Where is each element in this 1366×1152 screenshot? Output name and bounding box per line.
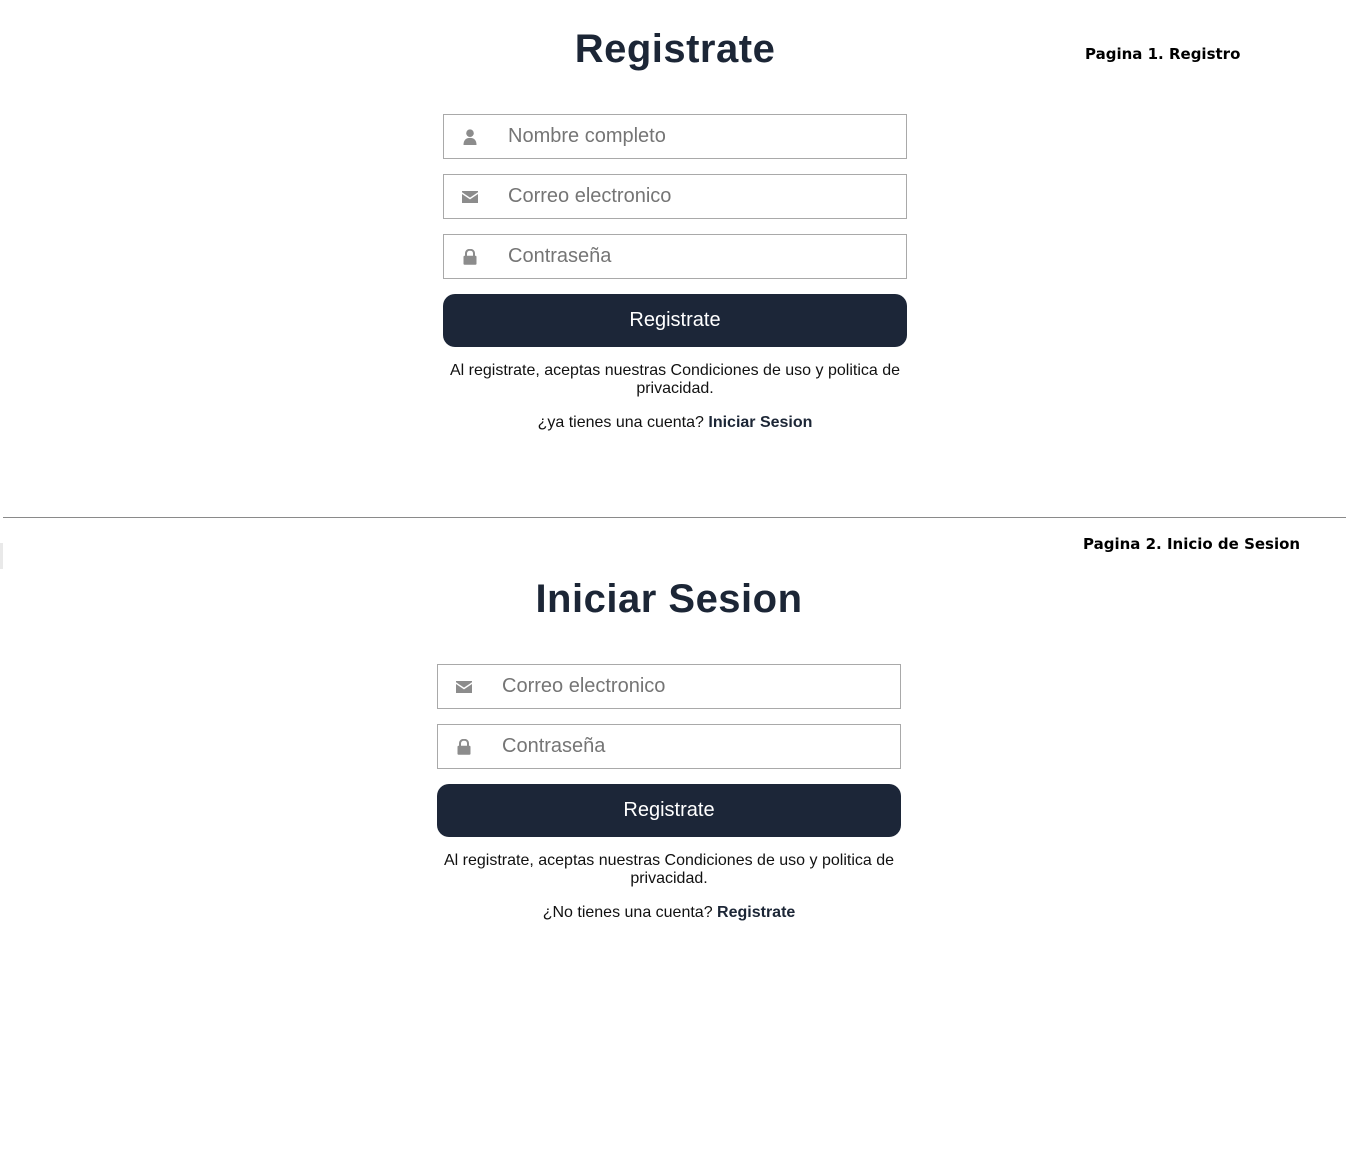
register-prompt: ¿No tienes una cuenta? Registrate	[437, 904, 901, 922]
login-link[interactable]: Iniciar Sesion	[708, 414, 812, 431]
login-terms-text: Al registrate, aceptas nuestras Condicio…	[443, 852, 895, 887]
page-label-register: Pagina 1. Registro	[1085, 45, 1241, 63]
login-prompt: ¿ya tienes una cuenta? Iniciar Sesion	[443, 414, 907, 432]
password-field	[443, 234, 907, 279]
login-email-field	[437, 664, 901, 709]
register-submit-button[interactable]: Registrate	[443, 294, 907, 347]
lock-icon	[455, 725, 473, 768]
lock-icon	[461, 235, 479, 278]
register-title: Registrate	[574, 27, 776, 71]
register-link[interactable]: Registrate	[717, 904, 795, 921]
envelope-icon	[461, 175, 479, 218]
page-divider	[3, 517, 1346, 518]
login-submit-button[interactable]: Registrate	[437, 784, 901, 837]
edge-marker	[0, 543, 3, 569]
login-password-field	[437, 724, 901, 769]
login-password-input[interactable]	[502, 725, 882, 768]
terms-text: Al registrate, aceptas nuestras Condicio…	[449, 362, 901, 397]
envelope-icon	[455, 665, 473, 708]
login-email-input[interactable]	[502, 665, 882, 708]
name-field	[443, 114, 907, 159]
password-input[interactable]	[508, 235, 888, 278]
email-input[interactable]	[508, 175, 888, 218]
page-label-login: Pagina 2. Inicio de Sesion	[1083, 535, 1301, 553]
register-prompt-text: ¿No tienes una cuenta?	[542, 904, 713, 921]
user-icon	[461, 115, 479, 158]
login-title: Iniciar Sesion	[535, 577, 803, 621]
name-input[interactable]	[508, 115, 888, 158]
login-prompt-text: ¿ya tienes una cuenta?	[537, 414, 704, 431]
email-field	[443, 174, 907, 219]
